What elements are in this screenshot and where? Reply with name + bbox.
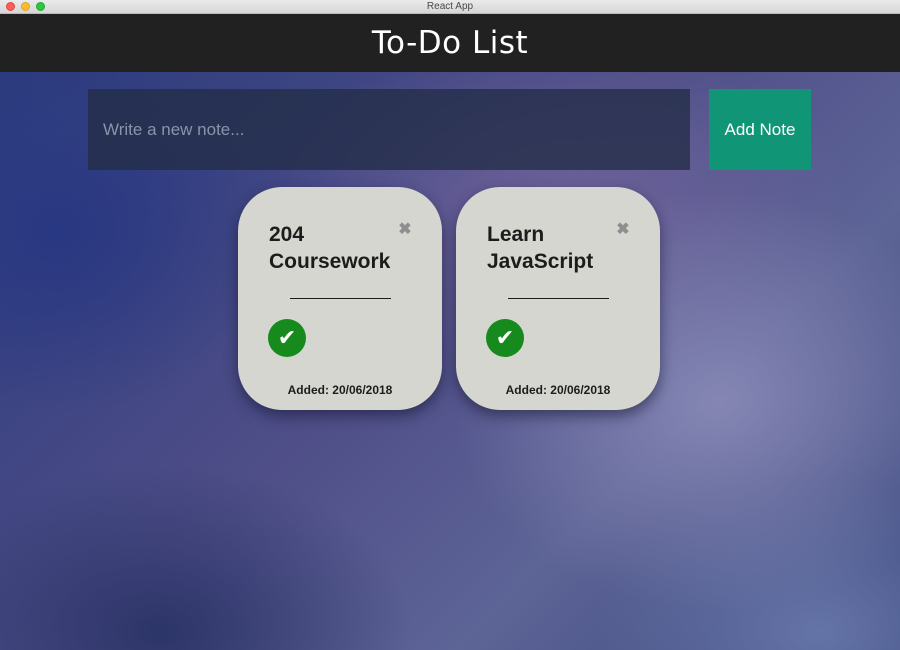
close-icon[interactable]: ✖ [398,222,412,238]
window-maximize-button[interactable] [36,2,45,11]
app-header: To-Do List [0,14,900,72]
window-controls [6,2,45,11]
note-card: 204 Coursework ✖ ✔ Added: 20/06/2018 [238,187,442,410]
note-divider [290,298,391,299]
note-date: Added: 20/06/2018 [505,383,611,397]
close-icon[interactable]: ✖ [616,222,630,238]
window-title: React App [426,0,474,12]
note-text: Learn JavaScript [487,223,594,273]
check-icon[interactable]: ✔ [486,319,524,357]
note-divider [508,298,609,299]
note-text: 204 Coursework [269,223,391,273]
page-title: To-Do List [371,25,529,61]
add-note-button[interactable]: Add Note [709,89,811,170]
note-card: Learn JavaScript ✖ ✔ Added: 20/06/2018 [456,187,660,410]
check-icon[interactable]: ✔ [268,319,306,357]
window-close-button[interactable] [6,2,15,11]
note-date: Added: 20/06/2018 [287,383,393,397]
new-note-input[interactable] [88,89,690,170]
window-minimize-button[interactable] [21,2,30,11]
window-titlebar: React App [0,0,900,14]
